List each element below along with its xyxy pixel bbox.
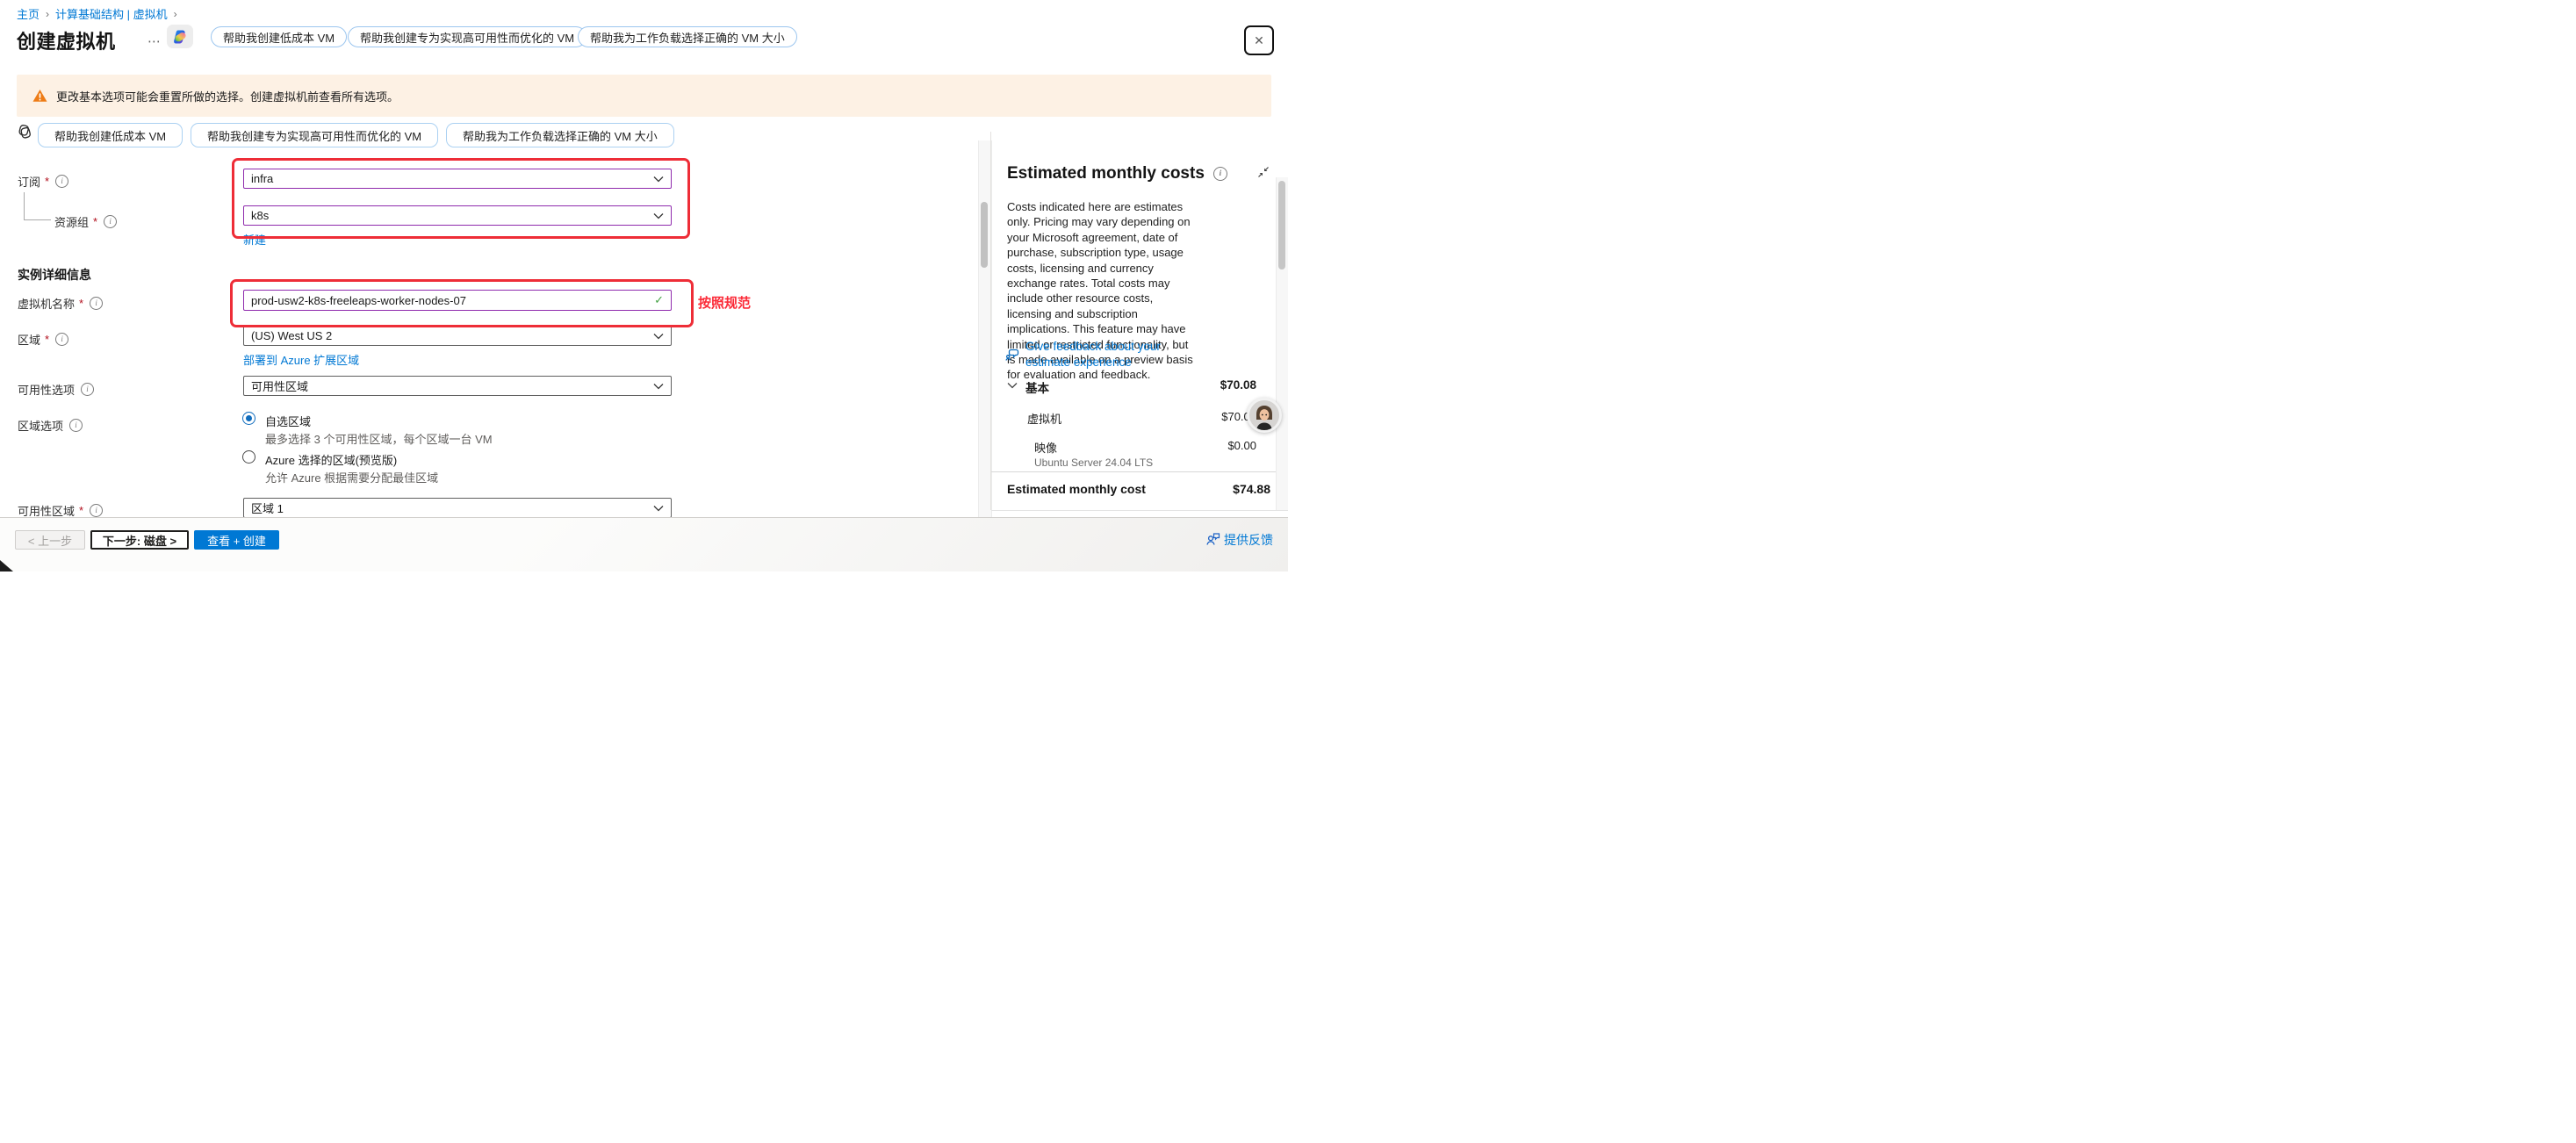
panel-bottom-divider [991, 510, 1288, 511]
cost-group-amount: $70.08 [1141, 378, 1256, 392]
chevron-down-icon[interactable] [1007, 382, 1018, 389]
estimate-feedback-link[interactable]: Give feedback about your estimate experi… [1025, 339, 1205, 370]
info-icon[interactable] [1213, 167, 1227, 181]
footer-feedback-link[interactable]: 提供反馈 [1224, 531, 1273, 549]
cost-panel-title: Estimated monthly costs [1007, 164, 1227, 183]
create-vm-page: 主页 › 计算基础结构 | 虚拟机 › 创建虚拟机 ⋯ 帮助我创建低成本 VM [0, 0, 1288, 572]
review-create-button[interactable]: 查看 + 创建 [194, 530, 279, 550]
cost-total-label: Estimated monthly cost [1007, 482, 1146, 496]
previous-button[interactable]: < 上一步 [15, 530, 85, 550]
collapse-icon[interactable] [1257, 166, 1270, 178]
next-disks-button[interactable]: 下一步: 磁盘 > [90, 530, 189, 550]
feedback-bubbles-icon [1005, 348, 1019, 362]
form-clip-region: 可用性区域 * 区域 1 [0, 0, 975, 517]
panel-scrollbar-thumb[interactable] [1278, 181, 1285, 270]
info-icon[interactable] [90, 504, 103, 517]
cost-total-divider [991, 471, 1288, 472]
main-scrollbar-thumb[interactable] [981, 202, 988, 268]
availability-zone-value: 区域 1 [251, 500, 653, 516]
cost-row-amount: $0.00 [1141, 439, 1256, 452]
close-icon: ✕ [1254, 33, 1264, 48]
required-marker: * [79, 504, 83, 517]
assistant-avatar[interactable] [1247, 398, 1282, 433]
close-button-annotation[interactable]: ✕ [1244, 25, 1274, 55]
cost-group-label[interactable]: 基本 [1025, 378, 1049, 396]
feedback-person-icon [1205, 532, 1220, 546]
availability-zone-dropdown[interactable]: 区域 1 [243, 498, 672, 517]
cost-row-sub: Ubuntu Server 24.04 LTS [1034, 456, 1153, 469]
panel-divider [990, 132, 991, 510]
availability-zone-label-text: 可用性区域 [18, 502, 75, 517]
availability-zone-label: 可用性区域 * [18, 502, 103, 517]
cost-row-amount: $70.08 [1141, 410, 1256, 423]
chevron-down-icon [653, 505, 664, 512]
cost-row-label: 映像 [1034, 439, 1057, 456]
cost-row-label: 虚拟机 [1027, 410, 1061, 427]
cost-panel-title-text: Estimated monthly costs [1007, 164, 1205, 183]
cost-total-amount: $74.88 [1155, 482, 1270, 496]
